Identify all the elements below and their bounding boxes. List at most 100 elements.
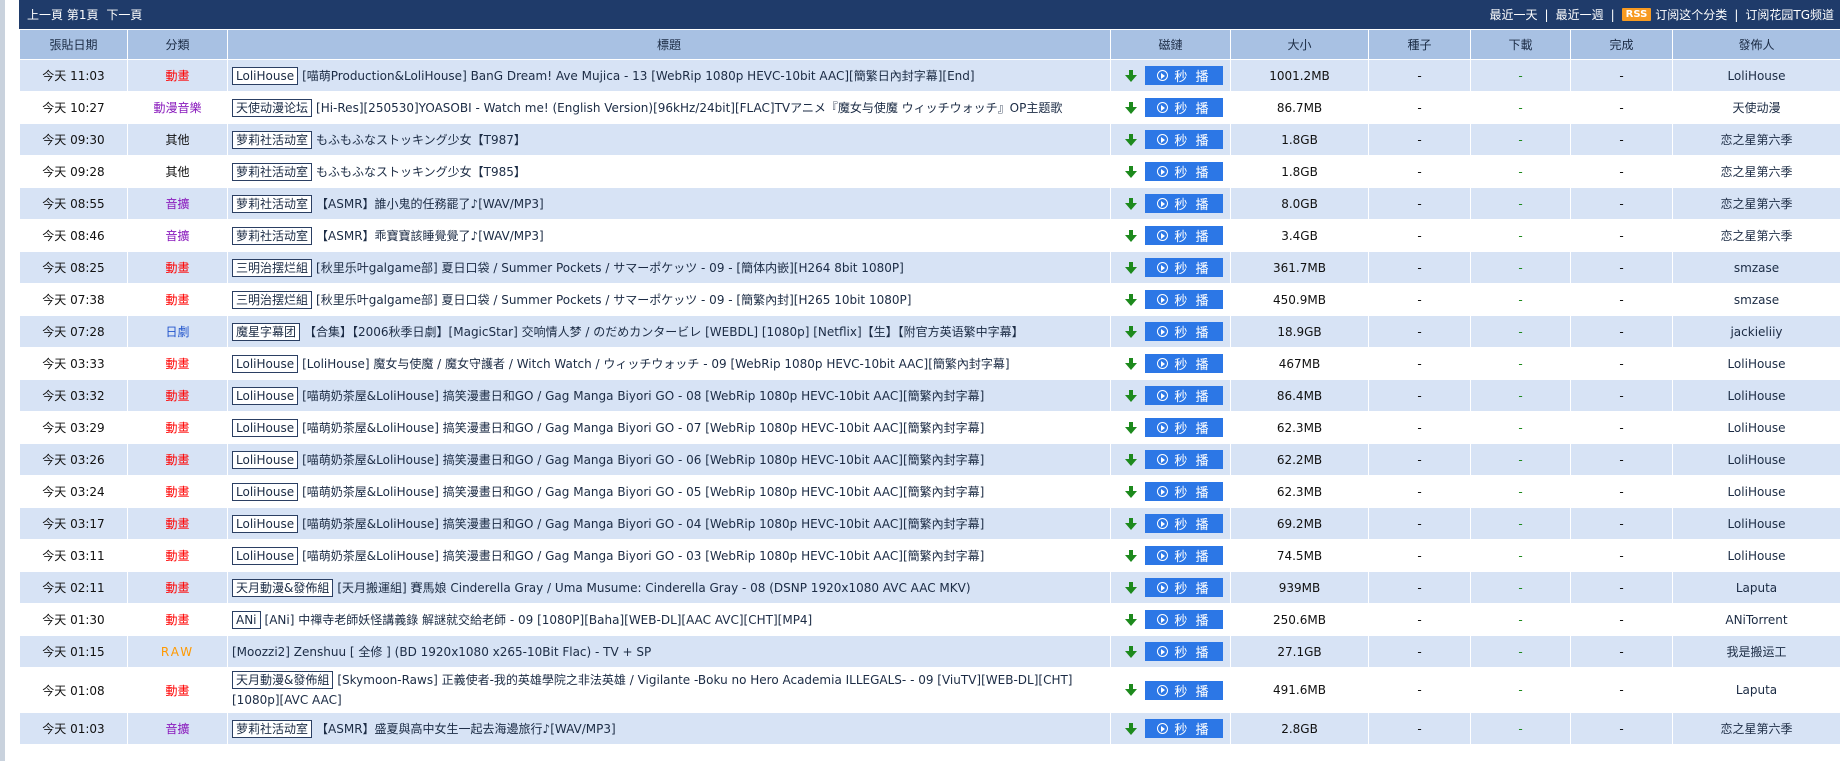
uploader-link[interactable]: LoliHouse — [1727, 69, 1785, 83]
title-link[interactable]: [喵萌奶茶屋&LoliHouse] 搞笑漫畫日和GO / Gag Manga B… — [302, 485, 984, 499]
download-arrow-icon[interactable] — [1125, 357, 1137, 371]
col-header-size[interactable]: 大小 — [1230, 29, 1369, 60]
subscribe-category-link[interactable]: 订阅这个分类 — [1655, 6, 1727, 23]
title-link[interactable]: [Moozzi2] Zenshuu [ 全修 ] (BD 1920x1080 x… — [232, 645, 651, 659]
uploader-link[interactable]: LoliHouse — [1727, 357, 1785, 371]
download-arrow-icon[interactable] — [1125, 197, 1137, 211]
instant-play-button[interactable]: 秒 播 — [1145, 680, 1223, 700]
uploader-link[interactable]: 恋之星第六季 — [1720, 165, 1792, 179]
title-link[interactable]: [LoliHouse] 魔女与使魔 / 魔女守護者 / Witch Watch … — [302, 357, 1010, 371]
download-arrow-icon[interactable] — [1125, 421, 1137, 435]
group-tag[interactable]: LoliHouse — [232, 482, 299, 501]
instant-play-button[interactable]: 秒 播 — [1145, 450, 1223, 469]
category-link[interactable]: 動畫 — [165, 69, 189, 83]
group-tag[interactable]: 萝莉社活动室 — [232, 719, 313, 738]
category-link[interactable]: 動畫 — [165, 517, 189, 531]
category-link[interactable]: 動畫 — [165, 549, 189, 563]
category-link[interactable]: 音擴 — [165, 229, 189, 243]
group-tag[interactable]: 萝莉社活动室 — [232, 162, 313, 181]
title-link[interactable]: 【ASMR】誰小鬼的任務罷了♪[WAV/MP3] — [316, 197, 544, 211]
title-link[interactable]: [秋里乐叶galgame部] 夏日口袋 / Summer Pockets / サ… — [316, 261, 904, 275]
category-link[interactable]: 動畫 — [165, 485, 189, 499]
instant-play-button[interactable]: 秒 播 — [1145, 578, 1223, 597]
download-arrow-icon[interactable] — [1125, 549, 1137, 563]
download-arrow-icon[interactable] — [1125, 133, 1137, 147]
download-arrow-icon[interactable] — [1125, 453, 1137, 467]
title-link[interactable]: [天月搬運組] 賽馬娘 Cinderella Gray / Uma Musume… — [337, 581, 970, 595]
title-link[interactable]: [喵萌Production&LoliHouse] BanG Dream! Ave… — [302, 69, 974, 83]
group-tag[interactable]: ANi — [232, 610, 261, 629]
category-link[interactable]: 動畫 — [165, 357, 189, 371]
download-arrow-icon[interactable] — [1125, 683, 1137, 697]
download-arrow-icon[interactable] — [1125, 722, 1137, 736]
uploader-link[interactable]: smzase — [1734, 261, 1779, 275]
group-tag[interactable]: 天月動漫&發佈組 — [232, 578, 334, 597]
title-link[interactable]: もふもふなストッキング少女【T987】 — [316, 133, 526, 147]
instant-play-button[interactable]: 秒 播 — [1145, 290, 1223, 309]
title-link[interactable]: [喵萌奶茶屋&LoliHouse] 搞笑漫畫日和GO / Gag Manga B… — [302, 389, 984, 403]
category-link[interactable]: 動畫 — [165, 453, 189, 467]
rss-icon[interactable]: RSS — [1621, 8, 1652, 21]
col-header-completed[interactable]: 完成 — [1570, 29, 1673, 60]
title-link[interactable]: 【ASMR】乖寶寶該睡覺覺了♪[WAV/MP3] — [316, 229, 544, 243]
group-tag[interactable]: LoliHouse — [232, 450, 299, 469]
uploader-link[interactable]: smzase — [1734, 293, 1779, 307]
title-link[interactable]: [ANi] 中禪寺老師妖怪講義錄 解謎就交給老師 - 09 [1080P][Ba… — [265, 613, 813, 627]
category-link[interactable]: 音擴 — [165, 722, 189, 736]
group-tag[interactable]: LoliHouse — [232, 546, 299, 565]
group-tag[interactable]: LoliHouse — [232, 514, 299, 533]
col-header-category[interactable]: 分類 — [127, 29, 228, 60]
download-arrow-icon[interactable] — [1125, 325, 1137, 339]
download-arrow-icon[interactable] — [1125, 165, 1137, 179]
download-arrow-icon[interactable] — [1125, 613, 1137, 627]
uploader-link[interactable]: LoliHouse — [1727, 453, 1785, 467]
instant-play-button[interactable]: 秒 播 — [1145, 610, 1223, 629]
group-tag[interactable]: 三明治摆烂組 — [232, 258, 313, 277]
category-link[interactable]: RAW — [161, 645, 194, 659]
group-tag[interactable]: LoliHouse — [232, 386, 299, 405]
download-arrow-icon[interactable] — [1125, 69, 1137, 83]
title-link[interactable]: [喵萌奶茶屋&LoliHouse] 搞笑漫畫日和GO / Gag Manga B… — [302, 453, 984, 467]
instant-play-button[interactable]: 秒 播 — [1145, 322, 1223, 341]
col-header-title[interactable]: 標題 — [227, 29, 1111, 60]
group-tag[interactable]: LoliHouse — [232, 418, 299, 437]
instant-play-button[interactable]: 秒 播 — [1145, 66, 1223, 85]
group-tag[interactable]: 萝莉社活动室 — [232, 130, 313, 149]
category-link[interactable]: 其他 — [165, 133, 189, 147]
group-tag[interactable]: 萝莉社活动室 — [232, 194, 313, 213]
group-tag[interactable]: 魔星字幕团 — [232, 322, 301, 341]
category-link[interactable]: 動畫 — [165, 261, 189, 275]
next-page-link[interactable]: 下一頁 — [106, 8, 142, 22]
group-tag[interactable]: 天月動漫&發佈組 — [232, 671, 334, 689]
uploader-link[interactable]: 恋之星第六季 — [1720, 197, 1792, 211]
recent-day-link[interactable]: 最近一天 — [1490, 6, 1538, 23]
download-arrow-icon[interactable] — [1125, 645, 1137, 659]
instant-play-button[interactable]: 秒 播 — [1145, 98, 1223, 117]
group-tag[interactable]: LoliHouse — [232, 66, 299, 85]
uploader-link[interactable]: LoliHouse — [1727, 549, 1785, 563]
recent-week-link[interactable]: 最近一週 — [1556, 6, 1604, 23]
title-link[interactable]: [喵萌奶茶屋&LoliHouse] 搞笑漫畫日和GO / Gag Manga B… — [302, 517, 984, 531]
group-tag[interactable]: 三明治摆烂組 — [232, 290, 313, 309]
prev-page-link[interactable]: 上一頁 — [27, 8, 63, 22]
download-arrow-icon[interactable] — [1125, 261, 1137, 275]
col-header-date[interactable]: 張貼日期 — [19, 29, 128, 60]
col-header-uploader[interactable]: 發佈人 — [1672, 29, 1840, 60]
category-link[interactable]: 動漫音樂 — [153, 101, 201, 115]
download-arrow-icon[interactable] — [1125, 581, 1137, 595]
download-arrow-icon[interactable] — [1125, 389, 1137, 403]
uploader-link[interactable]: 我是搬运工 — [1726, 645, 1786, 659]
title-link[interactable]: [秋里乐叶galgame部] 夏日口袋 / Summer Pockets / サ… — [316, 293, 911, 307]
title-link[interactable]: もふもふなストッキング少女【T985】 — [316, 165, 526, 179]
uploader-link[interactable]: 恋之星第六季 — [1720, 722, 1792, 736]
uploader-link[interactable]: jackieliiy — [1730, 325, 1782, 339]
instant-play-button[interactable]: 秒 播 — [1145, 386, 1223, 405]
download-arrow-icon[interactable] — [1125, 517, 1137, 531]
uploader-link[interactable]: 恋之星第六季 — [1720, 133, 1792, 147]
uploader-link[interactable]: Laputa — [1736, 683, 1777, 697]
download-arrow-icon[interactable] — [1125, 485, 1137, 499]
uploader-link[interactable]: ANiTorrent — [1725, 613, 1787, 627]
group-tag[interactable]: 天使动漫论坛 — [232, 98, 313, 117]
title-link[interactable]: [Skymoon-Raws] 正義使者-我的英雄學院之非法英雄 / Vigila… — [232, 673, 1072, 707]
uploader-link[interactable]: Laputa — [1736, 581, 1777, 595]
